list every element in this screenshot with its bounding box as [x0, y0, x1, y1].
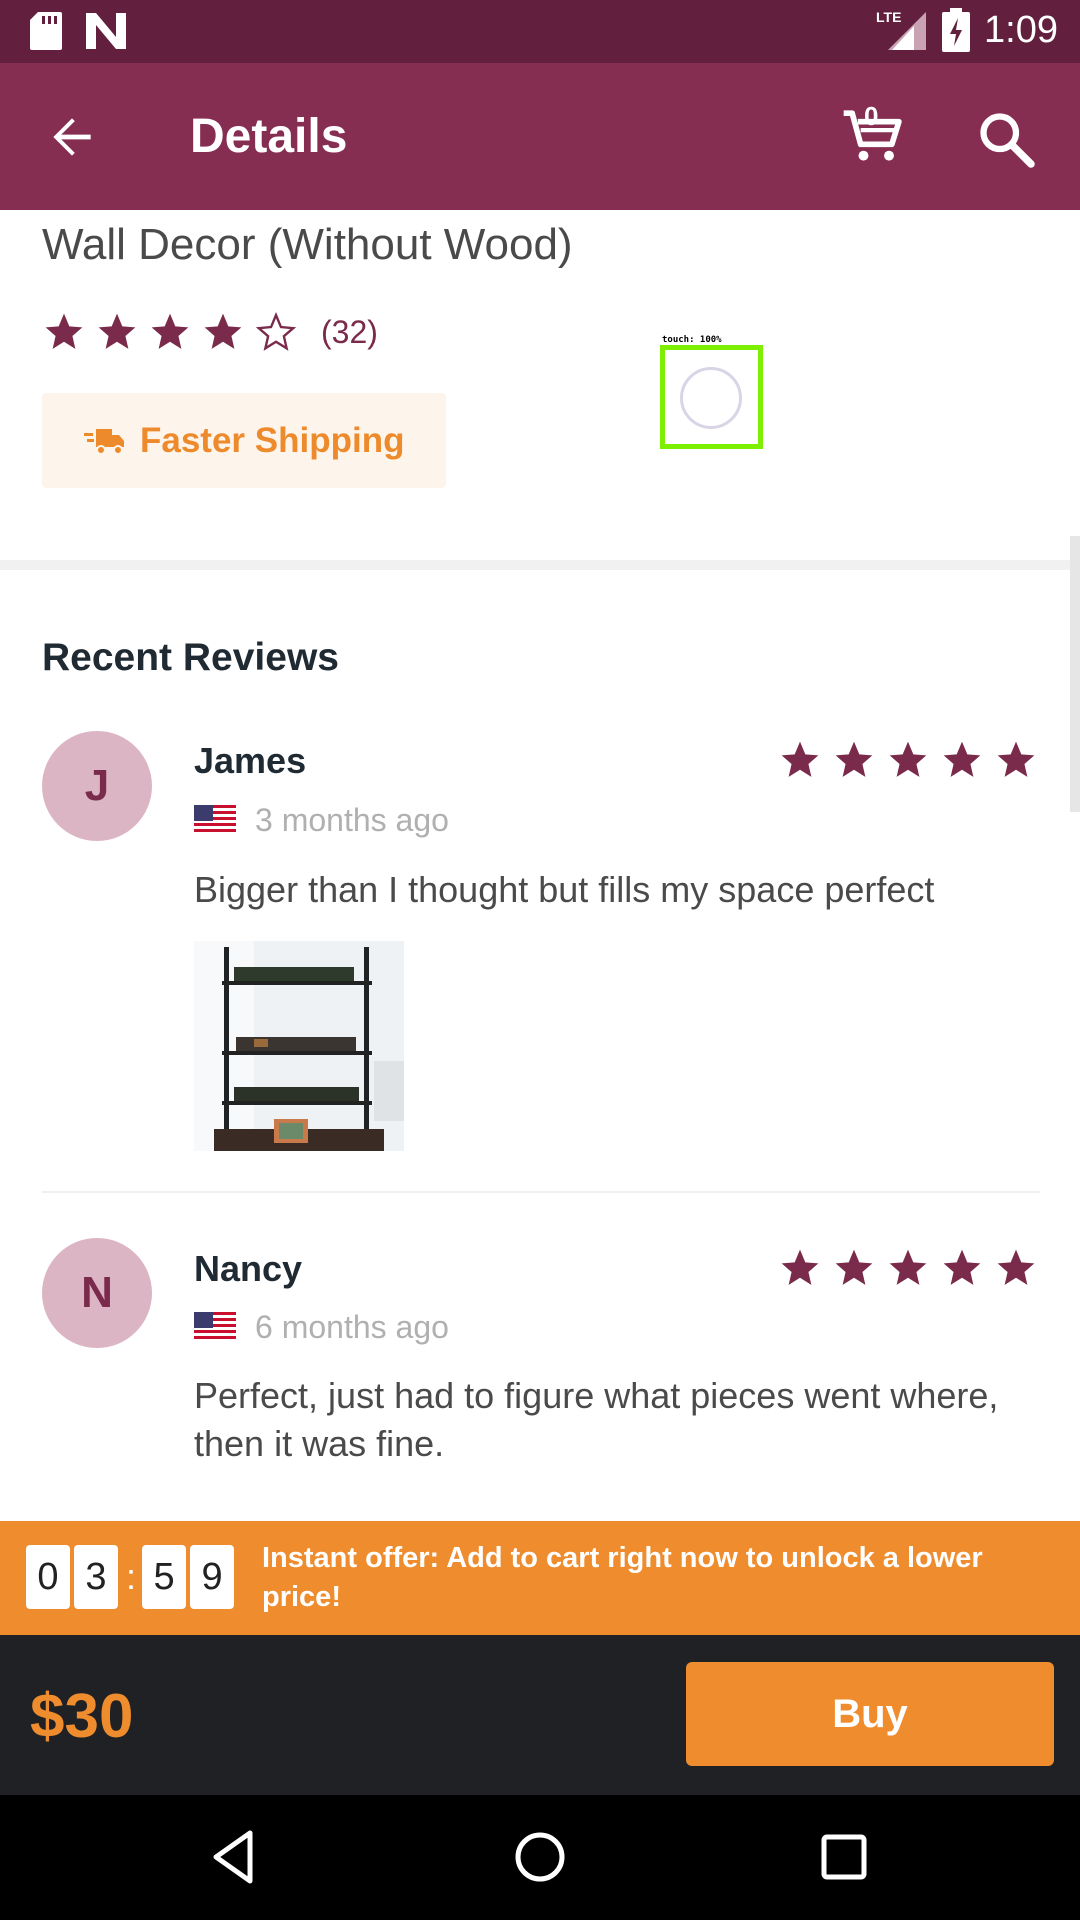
star-filled-icon: [943, 741, 981, 777]
star-filled-icon: [889, 741, 927, 777]
svg-text:LTE: LTE: [876, 9, 901, 25]
scrollbar[interactable]: [1070, 536, 1080, 812]
buy-button[interactable]: Buy: [686, 1662, 1054, 1766]
status-bar: LTE 1:09: [0, 0, 1080, 63]
clock-time: 1:09: [984, 8, 1058, 51]
countdown-digit: 0: [26, 1545, 70, 1609]
product-title: Wall Decor (Without Wood): [42, 220, 573, 269]
recent-reviews-heading: Recent Reviews: [42, 636, 339, 679]
review-text: Bigger than I thought but fills my space…: [194, 869, 935, 910]
price: $30: [30, 1682, 134, 1751]
shelf-photo-image: [194, 941, 404, 1151]
sd-card-icon: [30, 12, 62, 50]
countdown-timer: 0 3 : 5 9: [26, 1545, 238, 1609]
star-filled-icon: [98, 313, 136, 349]
review-stars: [778, 738, 1038, 782]
star-filled-icon: [835, 741, 873, 777]
star-filled-icon: [889, 1249, 927, 1285]
nav-back-icon[interactable]: [204, 1825, 268, 1889]
offer-text: Instant offer: Add to cart right now to …: [262, 1542, 983, 1613]
system-nav-bar: [0, 1795, 1080, 1920]
instant-offer-banner[interactable]: 0 3 : 5 9 Instant offer: Add to cart rig…: [0, 1521, 1080, 1635]
reviewer-name: Nancy: [194, 1248, 303, 1289]
us-flag-icon: [194, 805, 236, 835]
touch-indicator-circle: [680, 367, 742, 429]
nav-recents-icon[interactable]: [812, 1825, 876, 1889]
countdown-separator: :: [126, 1556, 137, 1597]
battery-charging-icon: [942, 8, 971, 52]
search-icon[interactable]: [976, 109, 1036, 169]
product-rating[interactable]: (32): [42, 310, 378, 354]
lte-signal-icon: LTE: [876, 9, 927, 50]
avatar: J: [42, 731, 152, 841]
touch-overlay-label: touch: 100%: [662, 335, 722, 345]
rating-count: (32): [321, 313, 378, 350]
us-flag-icon: [194, 1312, 236, 1342]
review-date: 3 months ago: [255, 802, 449, 838]
avatar: N: [42, 1238, 152, 1348]
countdown-digit: 9: [190, 1545, 235, 1609]
shipping-badge-label: Faster Shipping: [140, 420, 405, 460]
countdown-digit: 5: [142, 1545, 187, 1609]
review-separator: [42, 1191, 1040, 1193]
review-text: Perfect, just had to figure what pieces …: [194, 1375, 999, 1464]
reviewer-name: James: [194, 740, 307, 781]
countdown-digit: 3: [74, 1545, 118, 1609]
faster-shipping-badge[interactable]: Faster Shipping: [42, 393, 446, 488]
delivery-truck-icon: [84, 428, 124, 455]
star-filled-icon: [781, 1249, 819, 1285]
app-bar: Details 0: [0, 63, 1080, 210]
star-outline-icon: [255, 312, 297, 351]
star-filled-icon: [997, 1249, 1035, 1285]
buy-bar: $30 Buy: [0, 1635, 1080, 1795]
review-stars: [778, 1246, 1038, 1290]
cart-count-badge: 0: [864, 101, 879, 131]
review-date: 6 months ago: [255, 1309, 449, 1345]
star-filled-icon: [781, 741, 819, 777]
star-filled-icon: [151, 313, 189, 349]
star-filled-icon: [204, 313, 242, 349]
review-photo[interactable]: [194, 941, 404, 1151]
section-divider: [0, 560, 1080, 570]
star-filled-icon: [997, 741, 1035, 777]
n-notification-icon: [86, 13, 126, 49]
star-filled-icon: [45, 313, 83, 349]
page-title: Details: [190, 110, 348, 163]
back-arrow-icon[interactable]: [44, 109, 100, 165]
star-filled-icon: [835, 1249, 873, 1285]
star-filled-icon: [943, 1249, 981, 1285]
nav-home-icon[interactable]: [508, 1825, 572, 1889]
